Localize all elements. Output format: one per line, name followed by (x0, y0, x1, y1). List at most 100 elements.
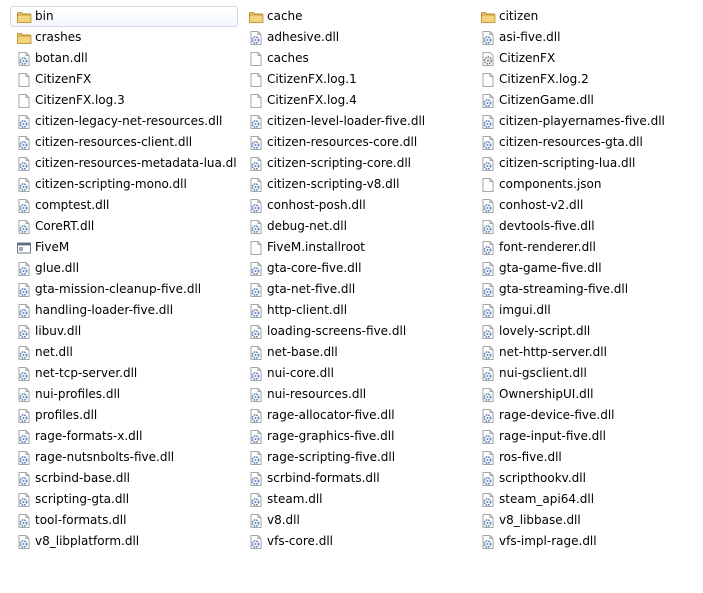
file-item-label: net-http-server.dll (499, 345, 607, 359)
file-item[interactable]: rage-allocator-five.dll (242, 405, 470, 426)
file-item[interactable]: gta-mission-cleanup-five.dll (10, 279, 238, 300)
file-item[interactable]: rage-nutsnbolts-five.dll (10, 447, 238, 468)
file-item[interactable]: profiles.dll (10, 405, 238, 426)
file-item[interactable]: scrbind-base.dll (10, 468, 238, 489)
file-item[interactable]: nui-core.dll (242, 363, 470, 384)
file-item[interactable]: citizen-scripting-lua.dll (474, 153, 702, 174)
file-icon (480, 72, 496, 88)
file-item[interactable]: net.dll (10, 342, 238, 363)
file-item-label: caches (267, 51, 309, 65)
file-item[interactable]: nui-gsclient.dll (474, 363, 702, 384)
file-item[interactable]: tool-formats.dll (10, 510, 238, 531)
file-item[interactable]: adhesive.dll (242, 27, 470, 48)
file-item[interactable]: citizen (474, 6, 702, 27)
file-item[interactable]: botan.dll (10, 48, 238, 69)
file-item[interactable]: debug-net.dll (242, 216, 470, 237)
dll-file-icon (16, 534, 32, 550)
file-item-label: net-tcp-server.dll (35, 366, 138, 380)
file-item-label: citizen-playernames-five.dll (499, 114, 665, 128)
file-item[interactable]: citizen-scripting-v8.dll (242, 174, 470, 195)
file-item[interactable]: v8_libplatform.dll (10, 531, 238, 552)
file-item-label: citizen-resources-core.dll (267, 135, 418, 149)
file-item[interactable]: gta-streaming-five.dll (474, 279, 702, 300)
file-item[interactable]: citizen-resources-core.dll (242, 132, 470, 153)
file-item[interactable]: scrbind-formats.dll (242, 468, 470, 489)
file-item[interactable]: rage-formats-x.dll (10, 426, 238, 447)
file-item[interactable]: citizen-legacy-net-resources.dll (10, 111, 238, 132)
file-item-label: profiles.dll (35, 408, 98, 422)
file-item[interactable]: conhost-posh.dll (242, 195, 470, 216)
file-item-label: steam.dll (267, 492, 323, 506)
file-item[interactable]: CitizenFX.log.2 (474, 69, 702, 90)
file-item-label: rage-allocator-five.dll (267, 408, 395, 422)
file-item[interactable]: scripting-gta.dll (10, 489, 238, 510)
file-item[interactable]: net-tcp-server.dll (10, 363, 238, 384)
file-item[interactable]: rage-device-five.dll (474, 405, 702, 426)
file-item-label: CitizenFX (35, 72, 92, 86)
dll-file-icon (16, 513, 32, 529)
file-item[interactable]: libuv.dll (10, 321, 238, 342)
file-item[interactable]: citizen-resources-client.dll (10, 132, 238, 153)
file-item[interactable]: citizen-level-loader-five.dll (242, 111, 470, 132)
file-item[interactable]: rage-scripting-five.dll (242, 447, 470, 468)
file-item[interactable]: steam.dll (242, 489, 470, 510)
file-item[interactable]: FiveM.installroot (242, 237, 470, 258)
file-item[interactable]: CoreRT.dll (10, 216, 238, 237)
file-item-label: cache (267, 9, 303, 23)
file-item[interactable]: handling-loader-five.dll (10, 300, 238, 321)
file-item[interactable]: vfs-impl-rage.dll (474, 531, 702, 552)
file-item[interactable]: comptest.dll (10, 195, 238, 216)
file-item[interactable]: glue.dll (10, 258, 238, 279)
file-item[interactable]: citizen-scripting-mono.dll (10, 174, 238, 195)
file-item[interactable]: asi-five.dll (474, 27, 702, 48)
file-item[interactable]: nui-profiles.dll (10, 384, 238, 405)
file-item-label: rage-nutsnbolts-five.dll (35, 450, 175, 464)
file-item[interactable]: citizen-playernames-five.dll (474, 111, 702, 132)
file-item[interactable]: ros-five.dll (474, 447, 702, 468)
file-item[interactable]: loading-screens-five.dll (242, 321, 470, 342)
file-item-label: nui-core.dll (267, 366, 334, 380)
file-item-label: citizen-resources-client.dll (35, 135, 193, 149)
file-item[interactable]: OwnershipUI.dll (474, 384, 702, 405)
file-item[interactable]: nui-resources.dll (242, 384, 470, 405)
file-item[interactable]: font-renderer.dll (474, 237, 702, 258)
folder-icon (248, 9, 264, 25)
file-item[interactable]: CitizenFX (474, 48, 702, 69)
dll-file-icon (16, 219, 32, 235)
file-item[interactable]: gta-net-five.dll (242, 279, 470, 300)
file-item[interactable]: cache (242, 6, 470, 27)
file-item[interactable]: CitizenFX.log.4 (242, 90, 470, 111)
settings-file-icon (480, 51, 496, 67)
file-item[interactable]: http-client.dll (242, 300, 470, 321)
file-item[interactable]: citizen-scripting-core.dll (242, 153, 470, 174)
file-item[interactable]: scripthookv.dll (474, 468, 702, 489)
file-item[interactable]: CitizenFX.log.3 (10, 90, 238, 111)
file-item[interactable]: lovely-script.dll (474, 321, 702, 342)
file-item-label: nui-profiles.dll (35, 387, 121, 401)
file-item[interactable]: rage-graphics-five.dll (242, 426, 470, 447)
file-item[interactable]: devtools-five.dll (474, 216, 702, 237)
file-item[interactable]: components.json (474, 174, 702, 195)
file-item[interactable]: citizen-resources-gta.dll (474, 132, 702, 153)
file-item[interactable]: CitizenGame.dll (474, 90, 702, 111)
file-item[interactable]: steam_api64.dll (474, 489, 702, 510)
file-item[interactable]: net-base.dll (242, 342, 470, 363)
file-item[interactable]: CitizenFX (10, 69, 238, 90)
file-item[interactable]: v8.dll (242, 510, 470, 531)
file-item[interactable]: conhost-v2.dll (474, 195, 702, 216)
file-item[interactable]: caches (242, 48, 470, 69)
file-item[interactable]: imgui.dll (474, 300, 702, 321)
file-item[interactable]: rage-input-five.dll (474, 426, 702, 447)
file-item[interactable]: v8_libbase.dll (474, 510, 702, 531)
file-item[interactable]: gta-core-five.dll (242, 258, 470, 279)
file-item[interactable]: net-http-server.dll (474, 342, 702, 363)
file-item[interactable]: crashes (10, 27, 238, 48)
file-item[interactable]: CitizenFX.log.1 (242, 69, 470, 90)
file-item[interactable]: bin (10, 6, 238, 27)
file-item[interactable]: FiveM (10, 237, 238, 258)
file-item[interactable]: citizen-resources-metadata-lua.dll (10, 153, 238, 174)
file-item-label: crashes (35, 30, 82, 44)
file-item-label: rage-device-five.dll (499, 408, 615, 422)
file-item[interactable]: vfs-core.dll (242, 531, 470, 552)
file-item[interactable]: gta-game-five.dll (474, 258, 702, 279)
